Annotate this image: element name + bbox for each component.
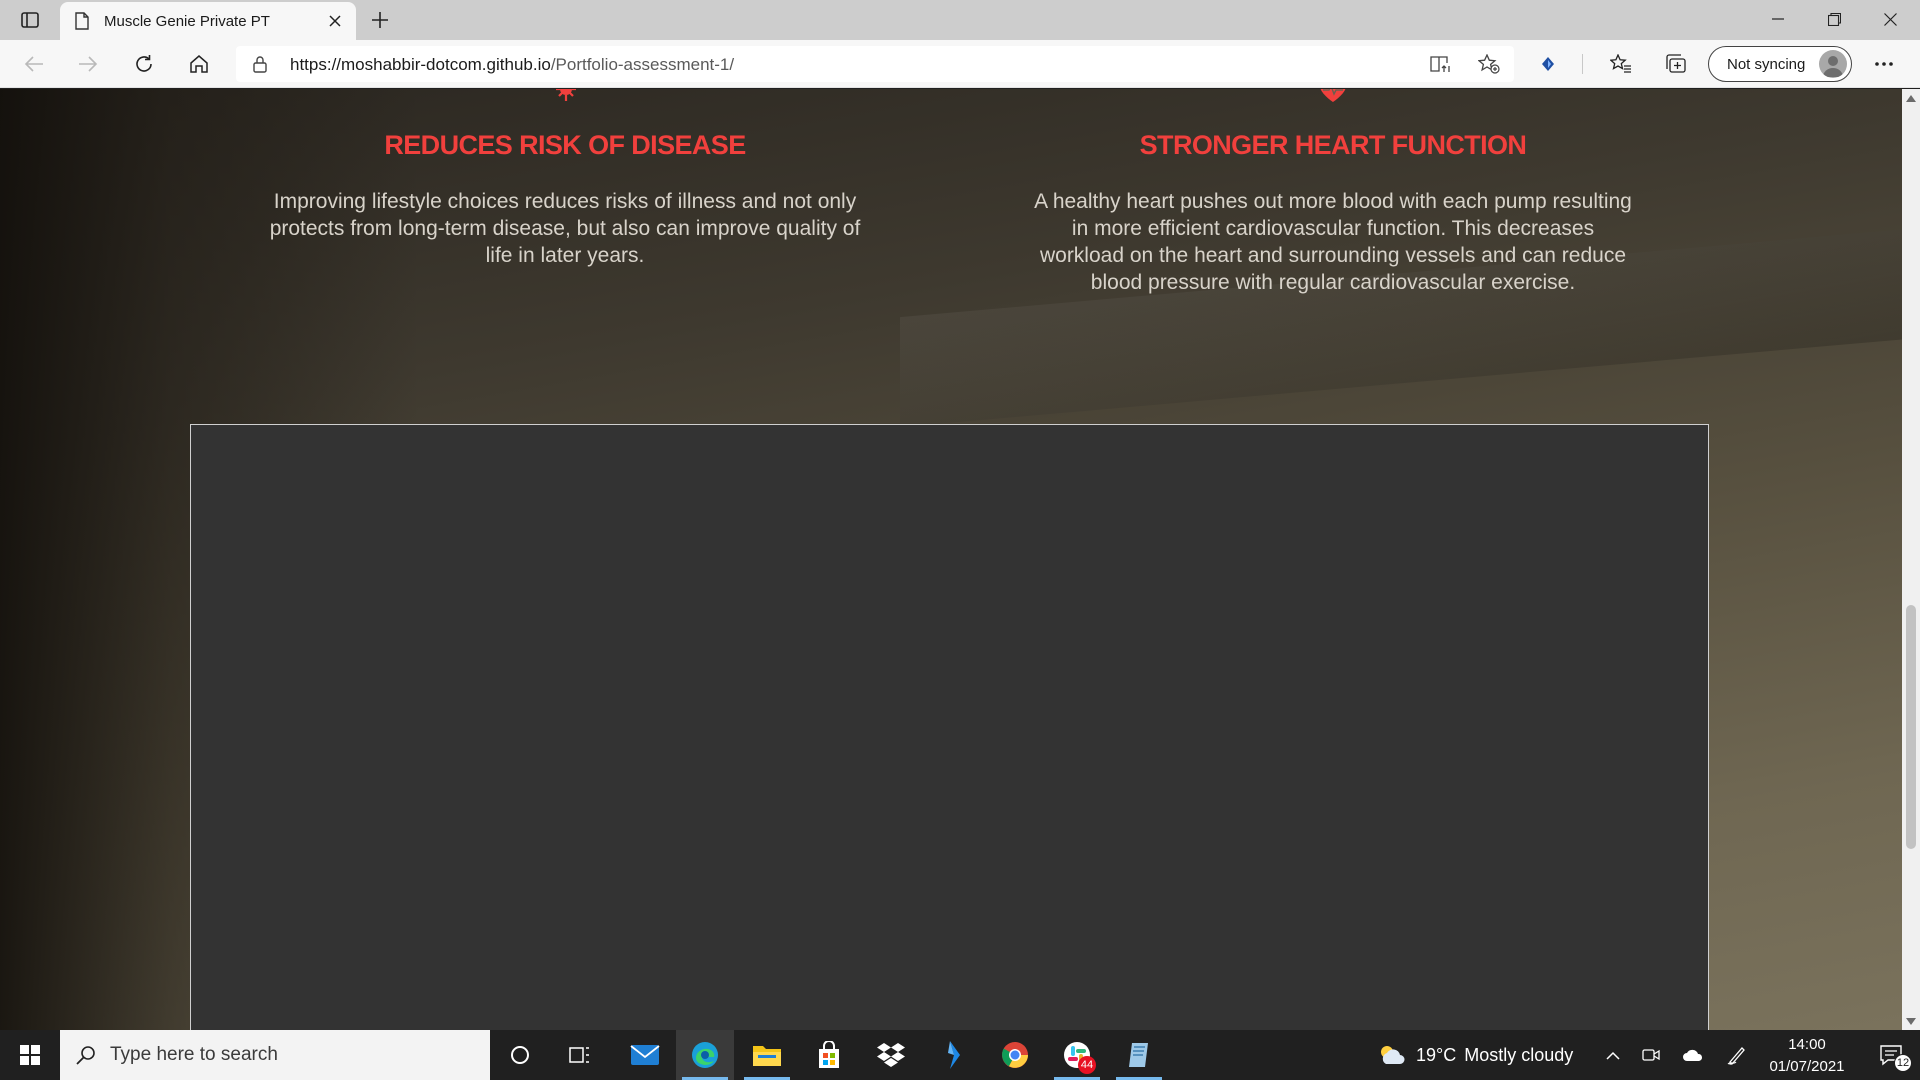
page-icon — [74, 12, 90, 30]
taskbar-search-box[interactable]: Type here to search — [60, 1030, 490, 1080]
system-clock[interactable]: 14:00 01/07/2021 — [1752, 1030, 1862, 1080]
more-options-icon[interactable] — [1866, 48, 1902, 80]
feature-text: Improving lifestyle choices reduces risk… — [269, 190, 861, 267]
back-button[interactable] — [16, 48, 52, 80]
address-bar[interactable]: https://moshabbir-dotcom.github.io/Portf… — [236, 46, 1514, 82]
minimize-button[interactable] — [1750, 0, 1806, 38]
refresh-button[interactable] — [126, 48, 162, 80]
heart-icon — [1319, 89, 1347, 108]
cloudy-weather-icon — [1378, 1044, 1406, 1066]
weather-temperature: 19°C — [1416, 1044, 1457, 1065]
weather-widget[interactable]: 19°C Mostly cloudy — [1378, 1030, 1573, 1080]
search-placeholder: Type here to search — [110, 1044, 278, 1065]
store-icon[interactable] — [800, 1030, 858, 1080]
chrome-icon[interactable] — [986, 1030, 1044, 1080]
add-favorite-icon[interactable] — [1474, 50, 1504, 78]
file-explorer-icon[interactable] — [738, 1030, 796, 1080]
mail-icon[interactable] — [616, 1030, 674, 1080]
collections-icon[interactable] — [1658, 48, 1694, 80]
feature-title: STRONGER HEART FUNCTION — [1139, 130, 1527, 160]
lock-icon[interactable] — [252, 55, 268, 78]
pen-workspace-icon[interactable] — [1720, 1030, 1754, 1080]
weather-condition: Mostly cloudy — [1464, 1044, 1574, 1065]
page-content: REDUCES RISK OF DISEASE Improving lifest… — [0, 89, 1902, 1030]
start-button[interactable] — [0, 1030, 60, 1080]
close-window-button[interactable] — [1862, 0, 1918, 38]
browser-toolbar: https://moshabbir-dotcom.github.io/Portf… — [0, 40, 1920, 88]
page-scrollbar[interactable] — [1902, 89, 1920, 1030]
tab-title: Muscle Genie Private PT — [104, 12, 270, 30]
cortana-icon[interactable] — [494, 1030, 546, 1080]
visual-studio-code-icon[interactable] — [924, 1030, 982, 1080]
sync-status-button[interactable]: Not syncing — [1708, 46, 1852, 82]
search-icon — [76, 1045, 96, 1065]
dropbox-icon[interactable] — [862, 1030, 920, 1080]
immersive-reader-icon[interactable] — [1426, 50, 1456, 78]
scrollbar-thumb[interactable] — [1906, 605, 1916, 849]
feature-heart: STRONGER HEART FUNCTION A healthy heart … — [1028, 89, 1638, 389]
url-host: https://moshabbir-dotcom.github.io — [290, 55, 551, 74]
home-button[interactable] — [181, 48, 217, 80]
content-panel — [190, 424, 1709, 1030]
toolbar-separator — [1582, 54, 1583, 74]
feature-text: A healthy heart pushes out more blood wi… — [1034, 190, 1632, 294]
restore-button[interactable] — [1806, 0, 1862, 38]
extension-icon[interactable] — [1530, 48, 1566, 80]
browser-tab-strip: Muscle Genie Private PT — [0, 0, 1920, 40]
onedrive-icon[interactable] — [1676, 1030, 1710, 1080]
close-tab-icon[interactable] — [326, 12, 344, 30]
url-text[interactable]: https://moshabbir-dotcom.github.io/Portf… — [290, 55, 734, 75]
windows-taskbar: Type here to search 44 19°C Mostly cloud… — [0, 1030, 1920, 1080]
url-path: /Portfolio-assessment-1/ — [550, 55, 735, 74]
clock-date: 01/07/2021 — [1769, 1058, 1845, 1075]
new-tab-button[interactable] — [366, 8, 394, 32]
scroll-up-icon[interactable] — [1906, 93, 1916, 103]
notification-center-icon[interactable]: 12 — [1866, 1030, 1916, 1080]
virus-icon — [550, 89, 582, 108]
browser-tab[interactable]: Muscle Genie Private PT — [60, 2, 356, 40]
avatar — [1819, 50, 1847, 78]
show-hidden-icons-chevron-up-icon[interactable] — [1598, 1030, 1628, 1080]
slack-icon[interactable]: 44 — [1048, 1030, 1106, 1080]
feature-disease: REDUCES RISK OF DISEASE Improving lifest… — [260, 89, 870, 389]
tab-actions-icon[interactable] — [14, 8, 46, 32]
task-view-icon[interactable] — [554, 1030, 606, 1080]
clock-time: 14:00 — [1788, 1036, 1826, 1053]
slack-badge: 44 — [1078, 1056, 1096, 1074]
sync-label: Not syncing — [1727, 55, 1806, 73]
forward-button[interactable] — [70, 48, 106, 80]
feature-title: REDUCES RISK OF DISEASE — [384, 130, 746, 160]
meet-now-icon[interactable] — [1636, 1030, 1666, 1080]
favorites-icon[interactable] — [1603, 48, 1639, 80]
edge-browser-icon[interactable] — [676, 1030, 734, 1080]
notification-count: 12 — [1894, 1054, 1912, 1072]
scroll-down-icon[interactable] — [1906, 1016, 1916, 1026]
notes-app-icon[interactable] — [1110, 1030, 1168, 1080]
